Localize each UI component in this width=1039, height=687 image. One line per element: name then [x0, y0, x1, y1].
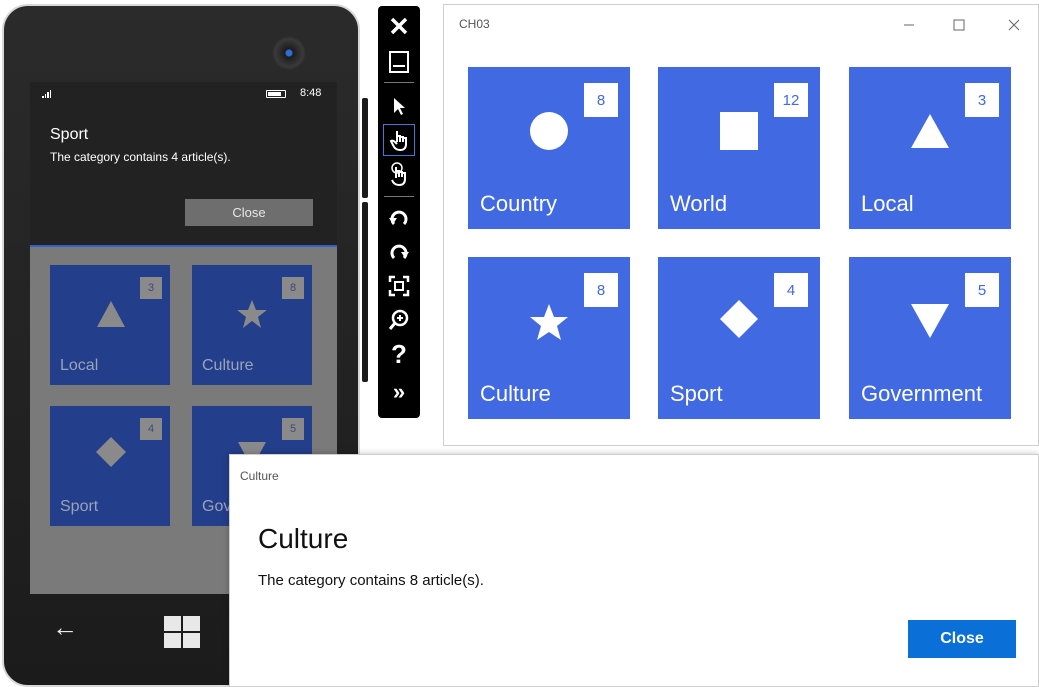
tile-label: Local: [861, 191, 914, 216]
dialog-title: Sport: [50, 126, 89, 143]
more-icon[interactable]: »: [383, 376, 415, 408]
diamond-icon: [720, 300, 758, 338]
close-button[interactable]: Close: [185, 199, 313, 226]
tile-label: Culture: [202, 357, 254, 374]
tile-label: Country: [480, 191, 558, 216]
dialog-caption: Culture: [240, 469, 279, 483]
phone-tile-culture[interactable]: 8 Culture: [192, 265, 312, 385]
phone-tile-sport[interactable]: 4 Sport: [50, 406, 170, 526]
diamond-icon: [96, 437, 126, 467]
tile-label: World: [670, 191, 728, 216]
tile-count-badge: 3: [965, 83, 999, 117]
tile-label: Sport: [670, 381, 723, 406]
phone-message-dialog: 8:48 Sport The category contains 4 artic…: [30, 82, 337, 247]
window-title: CH03: [459, 17, 490, 31]
tile-count-badge: 3: [140, 277, 162, 299]
fit-screen-icon[interactable]: [383, 270, 415, 302]
tile-count-badge: 5: [282, 418, 304, 440]
close-icon[interactable]: [383, 10, 415, 42]
tile-count-badge: 8: [282, 277, 304, 299]
phone-tile-local[interactable]: 3 Local: [50, 265, 170, 385]
tile-local[interactable]: 3 Local: [849, 67, 1011, 229]
tile-label: Sport: [60, 498, 99, 515]
status-clock: 8:48: [300, 87, 322, 99]
circle-icon: [530, 112, 568, 150]
signal-icon: [42, 90, 51, 98]
tile-count-badge: 12: [774, 83, 808, 117]
tile-government[interactable]: 5 Government: [849, 257, 1011, 419]
pinch-icon[interactable]: [383, 158, 415, 190]
tile-count-badge: 5: [965, 273, 999, 307]
status-bar: 8:48: [30, 82, 337, 106]
tile-count-badge: 4: [774, 273, 808, 307]
message-dialog: Culture Culture The category contains 8 …: [229, 454, 1039, 687]
zoom-icon[interactable]: [383, 304, 415, 336]
tile-culture[interactable]: 8 Culture: [468, 257, 630, 419]
tile-label: Local: [60, 357, 99, 374]
triangle-down-icon: [911, 304, 949, 338]
tile-sport[interactable]: 4 Sport: [658, 257, 820, 419]
triangle-up-icon: [97, 301, 125, 327]
app-window: CH03 8 Country 12 World 3 Local 8 Cultur…: [443, 4, 1039, 446]
emulator-toolbar: ? »: [378, 6, 420, 418]
triangle-up-icon: [911, 114, 949, 148]
tile-label: Government: [861, 381, 983, 406]
volume-button[interactable]: [362, 98, 368, 198]
close-window-icon[interactable]: [999, 11, 1029, 39]
dialog-message: The category contains 4 article(s).: [50, 150, 231, 164]
back-arrow-icon[interactable]: ←: [52, 612, 78, 643]
dialog-title: Culture: [258, 523, 349, 554]
camera-icon: [272, 36, 306, 70]
rotate-right-icon[interactable]: [383, 236, 415, 268]
minimize-icon[interactable]: [383, 46, 415, 78]
tile-count-badge: 8: [584, 273, 618, 307]
pointer-icon[interactable]: [383, 90, 415, 122]
tile-country[interactable]: 8 Country: [468, 67, 630, 229]
tile-label: Culture: [480, 381, 551, 406]
rotate-left-icon[interactable]: [383, 202, 415, 234]
square-icon: [720, 112, 758, 150]
star-icon: [530, 304, 568, 340]
close-button[interactable]: Close: [908, 620, 1016, 658]
star-icon: [237, 300, 267, 328]
tile-count-badge: 4: [140, 418, 162, 440]
minimize-window-icon[interactable]: [894, 11, 924, 39]
windows-logo-icon[interactable]: [164, 616, 200, 648]
maximize-window-icon[interactable]: [944, 11, 974, 39]
dialog-message: The category contains 8 article(s).: [258, 572, 484, 589]
power-button[interactable]: [362, 202, 368, 382]
help-icon[interactable]: ?: [383, 338, 415, 370]
touch-icon[interactable]: [383, 124, 415, 156]
tile-count-badge: 8: [584, 83, 618, 117]
tile-world[interactable]: 12 World: [658, 67, 820, 229]
tile-label: Gov: [202, 498, 232, 515]
battery-icon: [266, 90, 286, 98]
